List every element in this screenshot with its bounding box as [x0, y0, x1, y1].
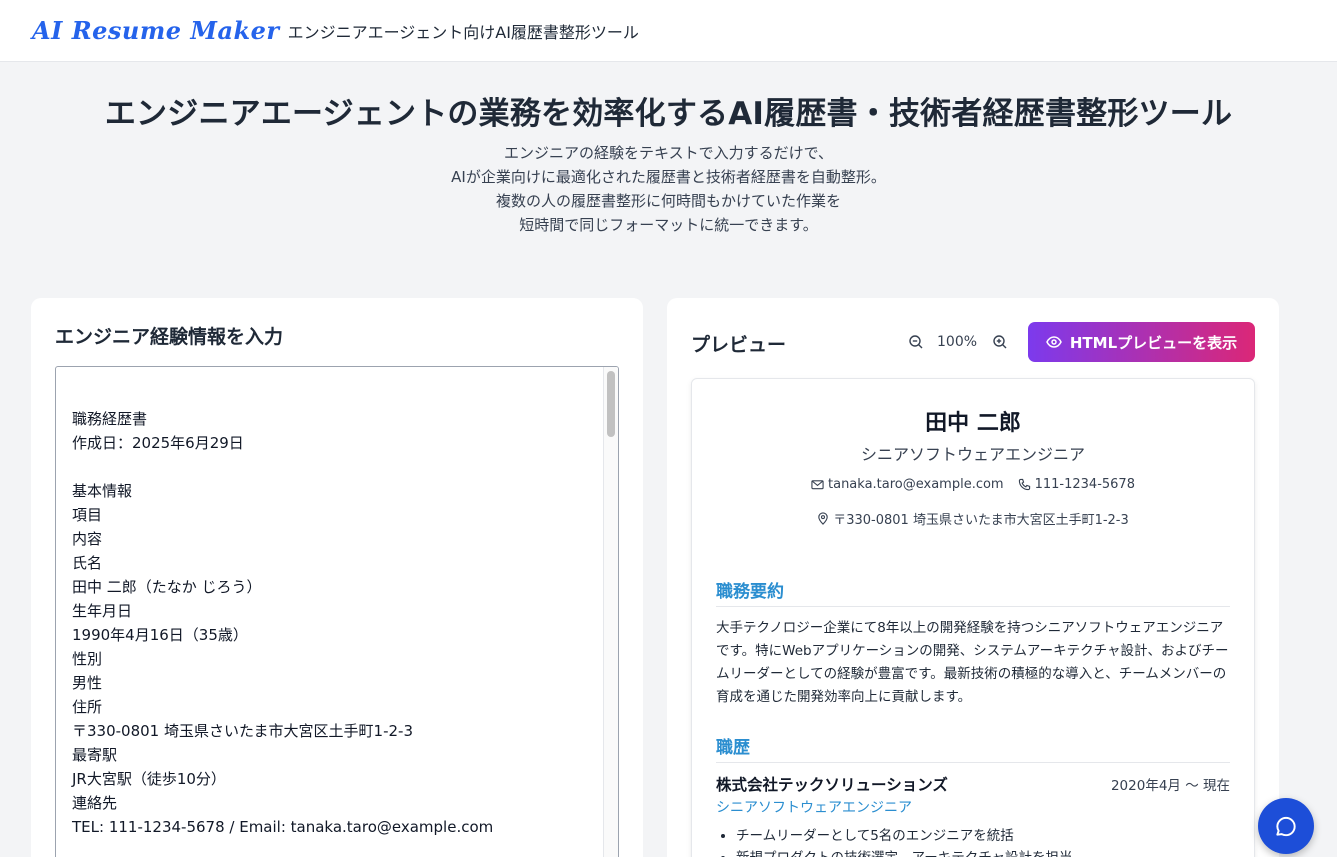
scrollbar-thumb[interactable]: [607, 371, 615, 437]
address-text: 〒330-0801 埼玉県さいたま市大宮区土手町1-2-3: [833, 513, 1129, 528]
hero-line: 短時間で同じフォーマットに統一できます。: [519, 216, 818, 234]
summary-heading: 職務要約: [716, 577, 1230, 607]
job-company: 株式会社テックソリューションズ: [716, 776, 948, 794]
chat-icon: [1276, 816, 1296, 837]
contact-email: tanaka.taro@example.com: [811, 477, 1004, 492]
career-heading: 職歴: [716, 733, 1230, 763]
preview-title: プレビュー: [691, 334, 787, 356]
experience-text: 職務経歴書 作成日：2025年6月29日 基本情報 項目 内容 氏名 田中 二郎…: [72, 410, 494, 836]
input-panel: エンジニア経験情報を入力 職務経歴書 作成日：2025年6月29日 基本情報 項…: [31, 298, 643, 857]
resume-role: シニアソフトウェアエンジニア: [860, 445, 1085, 464]
zoom-out-icon[interactable]: [908, 334, 924, 350]
hero-line: 複数の人の履歴書整形に何時間もかけていた作業を: [495, 192, 841, 210]
app-subtitle: エンジニアエージェント向けAI履歴書整形ツール: [287, 22, 639, 42]
app-logo[interactable]: AI Resume Maker: [32, 16, 280, 45]
hero-title: エンジニアエージェントの業務を効率化するAI履歴書・技術者経歴書整形ツール: [104, 96, 1233, 132]
job-point: 新規プロダクトの技術選定、アーキテクチャ設計を担当: [736, 847, 1073, 857]
email-text: tanaka.taro@example.com: [828, 477, 1004, 492]
job-period: 2020年4月 〜 現在: [1110, 778, 1230, 794]
contact-phone: 111-1234-5678: [1018, 477, 1135, 492]
hero-section: エンジニアエージェントの業務を効率化するAI履歴書・技術者経歴書整形ツール エン…: [0, 88, 1337, 237]
hero-description: エンジニアの経験をテキストで入力するだけで、 AIが企業向けに最適化された履歴書…: [0, 141, 1337, 237]
resume-contact: tanaka.taro@example.com 111-1234-5678: [692, 477, 1254, 492]
job-title: シニアソフトウェアエンジニア: [716, 800, 912, 816]
textarea-scrollbar[interactable]: [603, 367, 618, 857]
summary-text: 大手テクノロジー企業にて8年以上の開発経験を持つシニアソフトウェアエンジニアです…: [716, 620, 1229, 705]
hero-line: エンジニアの経験をテキストで入力するだけで、: [504, 144, 833, 162]
phone-icon: [1018, 478, 1030, 491]
address-item: 〒330-0801 埼玉県さいたま市大宮区土手町1-2-3: [817, 509, 1129, 528]
zoom-in-icon[interactable]: [992, 334, 1008, 350]
chat-button[interactable]: [1258, 798, 1314, 854]
resume-preview: 田中 二郎 シニアソフトウェアエンジニア tanaka.taro@example…: [691, 378, 1255, 857]
job-point: チームリーダーとして5名のエンジニアを統括: [736, 825, 1073, 847]
mail-icon: [811, 480, 824, 490]
top-bar: AI Resume Maker エンジニアエージェント向けAI履歴書整形ツール: [0, 0, 1337, 62]
preview-panel: プレビュー 100% HTMLプレビューを表示 田中 二郎 シニアソフトウェアエ…: [667, 298, 1279, 857]
experience-textarea[interactable]: 職務経歴書 作成日：2025年6月29日 基本情報 項目 内容 氏名 田中 二郎…: [55, 366, 619, 857]
map-pin-icon: [818, 512, 828, 525]
html-preview-label: HTMLプレビューを表示: [1069, 333, 1238, 352]
zoom-level: 100%: [937, 334, 978, 350]
eye-icon: [1046, 336, 1062, 348]
job-points: チームリーダーとして5名のエンジニアを統括 新規プロダクトの技術選定、アーキテク…: [736, 825, 1073, 857]
html-preview-button[interactable]: HTMLプレビューを表示: [1028, 322, 1255, 362]
hero-line: AIが企業向けに最適化された履歴書と技術者経歴書を自動整形。: [451, 168, 886, 186]
input-panel-title: エンジニア経験情報を入力: [55, 326, 284, 348]
phone-text: 111-1234-5678: [1034, 477, 1135, 492]
resume-name: 田中 二郎: [925, 411, 1021, 436]
resume-address: 〒330-0801 埼玉県さいたま市大宮区土手町1-2-3: [692, 509, 1254, 528]
